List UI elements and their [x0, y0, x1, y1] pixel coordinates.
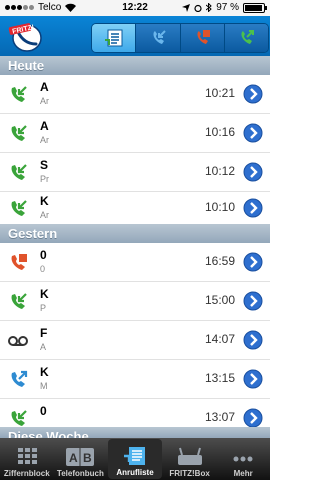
status-right: 97 %	[182, 2, 267, 13]
incoming-call-icon	[11, 293, 27, 309]
caller-detail: Ar	[40, 135, 49, 145]
filter-outgoing-button[interactable]	[223, 24, 268, 52]
caller-detail: Pr	[40, 174, 49, 184]
incoming-call-icon	[11, 86, 27, 102]
caller-detail: Ar	[40, 210, 49, 220]
tab-label: Ziffernblock	[3, 469, 50, 478]
call-row[interactable]: K P 15:00	[0, 282, 270, 321]
app-header: FRITZ!	[0, 16, 270, 56]
caller-detail: P	[40, 303, 47, 313]
incoming-call-filter-icon	[153, 30, 166, 44]
tab-more[interactable]: Mehr	[216, 438, 270, 480]
caller-name: 0	[40, 404, 47, 418]
caller-name: A	[40, 80, 49, 94]
call-list-icon	[123, 447, 145, 465]
tab-label: Mehr	[233, 469, 253, 478]
caller-name: 0	[40, 248, 47, 262]
caller-name: K	[40, 365, 49, 379]
call-row[interactable]: K Ar 10:10	[0, 192, 270, 225]
filter-incoming-button[interactable]	[135, 24, 180, 52]
filter-all-calls-button[interactable]	[92, 24, 136, 52]
call-time: 15:00	[204, 293, 235, 307]
caller-name: S	[40, 158, 49, 172]
caller-name: K	[40, 287, 49, 301]
detail-disclosure-icon[interactable]	[243, 198, 263, 218]
tab-label: FRITZ!Box	[169, 469, 210, 478]
tab-phonebook[interactable]: A B Telefonbuch	[54, 438, 108, 480]
incoming-call-icon	[11, 125, 27, 141]
tab-fritzbox[interactable]: FRITZ!Box	[163, 438, 217, 480]
router-icon	[177, 447, 202, 465]
caller-name: A	[40, 119, 49, 133]
battery-percent: 97 %	[216, 2, 239, 13]
tab-keypad[interactable]: Ziffernblock	[0, 438, 54, 480]
filter-missed-button[interactable]	[179, 24, 224, 52]
section-header-today: Heute	[0, 56, 270, 75]
tab-bar: Ziffernblock A B Telefonbuch Anrufliste …	[0, 438, 270, 480]
section-header-this-week: Diese Woche	[0, 427, 270, 438]
tab-label: Telefonbuch	[56, 469, 104, 478]
call-filter-segmented-control	[91, 23, 269, 53]
call-time: 10:12	[204, 164, 235, 178]
detail-disclosure-icon[interactable]	[243, 252, 263, 272]
tab-label: Anrufliste	[116, 468, 154, 477]
phonebook-icon: A B	[66, 448, 95, 466]
detail-disclosure-icon[interactable]	[243, 408, 263, 428]
missed-call-filter-icon	[197, 30, 211, 44]
call-row[interactable]: F A 14:07	[0, 321, 270, 360]
call-time: 16:59	[204, 254, 235, 268]
call-row[interactable]: A Ar 10:21	[0, 75, 270, 114]
call-row[interactable]: S Pr 10:12	[0, 153, 270, 192]
caller-detail: Ar	[40, 96, 49, 106]
battery-icon	[243, 2, 267, 13]
caller-name: K	[40, 194, 49, 208]
caller-name: F	[40, 326, 48, 340]
more-icon	[233, 456, 253, 462]
call-row[interactable]: 0 0 16:59	[0, 243, 270, 282]
status-bar: Telco 12:22 97 %	[0, 0, 270, 16]
call-time: 13:07	[204, 410, 235, 424]
tab-call-list[interactable]: Anrufliste	[108, 439, 162, 479]
outgoing-call-icon	[11, 370, 28, 387]
call-row[interactable]: A Ar 10:16	[0, 114, 270, 153]
svg-text:B: B	[83, 451, 92, 465]
missed-call-icon	[11, 254, 27, 270]
detail-disclosure-icon[interactable]	[243, 330, 263, 350]
keypad-icon	[17, 448, 37, 464]
bluetooth-icon	[206, 3, 212, 12]
caller-detail: A	[40, 342, 47, 352]
outgoing-call-filter-icon	[241, 30, 255, 44]
call-row[interactable]: K M 13:15	[0, 360, 270, 399]
call-time: 13:15	[204, 371, 235, 385]
call-time: 10:10	[204, 200, 235, 214]
incoming-call-icon	[11, 164, 27, 180]
detail-disclosure-icon[interactable]	[243, 123, 263, 143]
call-time: 10:16	[204, 125, 235, 139]
location-icon	[182, 3, 191, 12]
detail-disclosure-icon[interactable]	[243, 291, 263, 311]
caller-detail: 0	[40, 264, 46, 274]
detail-disclosure-icon[interactable]	[243, 84, 263, 104]
all-calls-icon	[104, 29, 123, 47]
incoming-call-icon	[11, 200, 27, 216]
svg-text:A: A	[69, 451, 78, 465]
section-header-yesterday: Gestern	[0, 224, 270, 243]
detail-disclosure-icon[interactable]	[243, 162, 263, 182]
call-time: 10:21	[204, 86, 235, 100]
alarm-icon	[194, 4, 202, 12]
fritz-logo: FRITZ!	[8, 23, 42, 52]
caller-detail: M	[40, 381, 48, 391]
call-time: 14:07	[204, 332, 235, 346]
voicemail-icon	[8, 336, 28, 346]
detail-disclosure-icon[interactable]	[243, 369, 263, 389]
